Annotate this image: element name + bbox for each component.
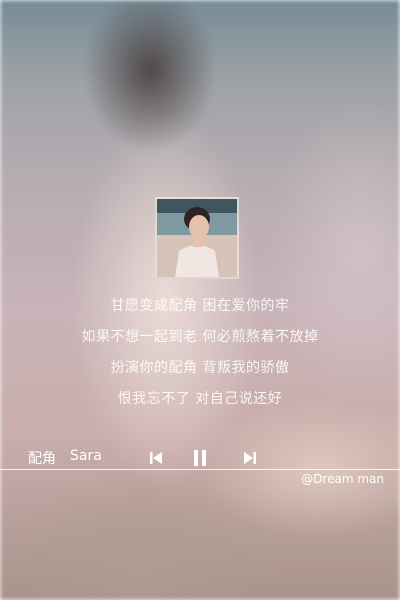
pause-button[interactable] [187,445,213,471]
lyric-line: 如果不想一起到老 何必煎熬着不放掉 [81,329,319,345]
song-title: 配角 [28,451,56,467]
pause-icon [194,450,206,466]
credit-text: @Dream man [301,472,384,486]
previous-track-button[interactable] [143,445,169,471]
lyric-line: 扮演你的配角 背叛我的骄傲 [110,360,290,376]
lyric-line: 甘愿变成配角 困在爱你的牢 [110,298,290,314]
progress-line[interactable] [0,469,400,470]
skip-next-icon [244,452,256,464]
album-cover [155,197,239,279]
next-track-button[interactable] [237,445,263,471]
lyric-line: 恨我忘不了 对自己说还好 [117,391,283,407]
lyrics-panel: 甘愿变成配角 困在爱你的牢 如果不想一起到老 何必煎熬着不放掉 扮演你的配角 背… [0,295,400,419]
player-controls-bar: 配角 Sara [0,445,400,471]
skip-previous-icon [150,452,162,464]
artist-name: Sara [70,448,102,464]
